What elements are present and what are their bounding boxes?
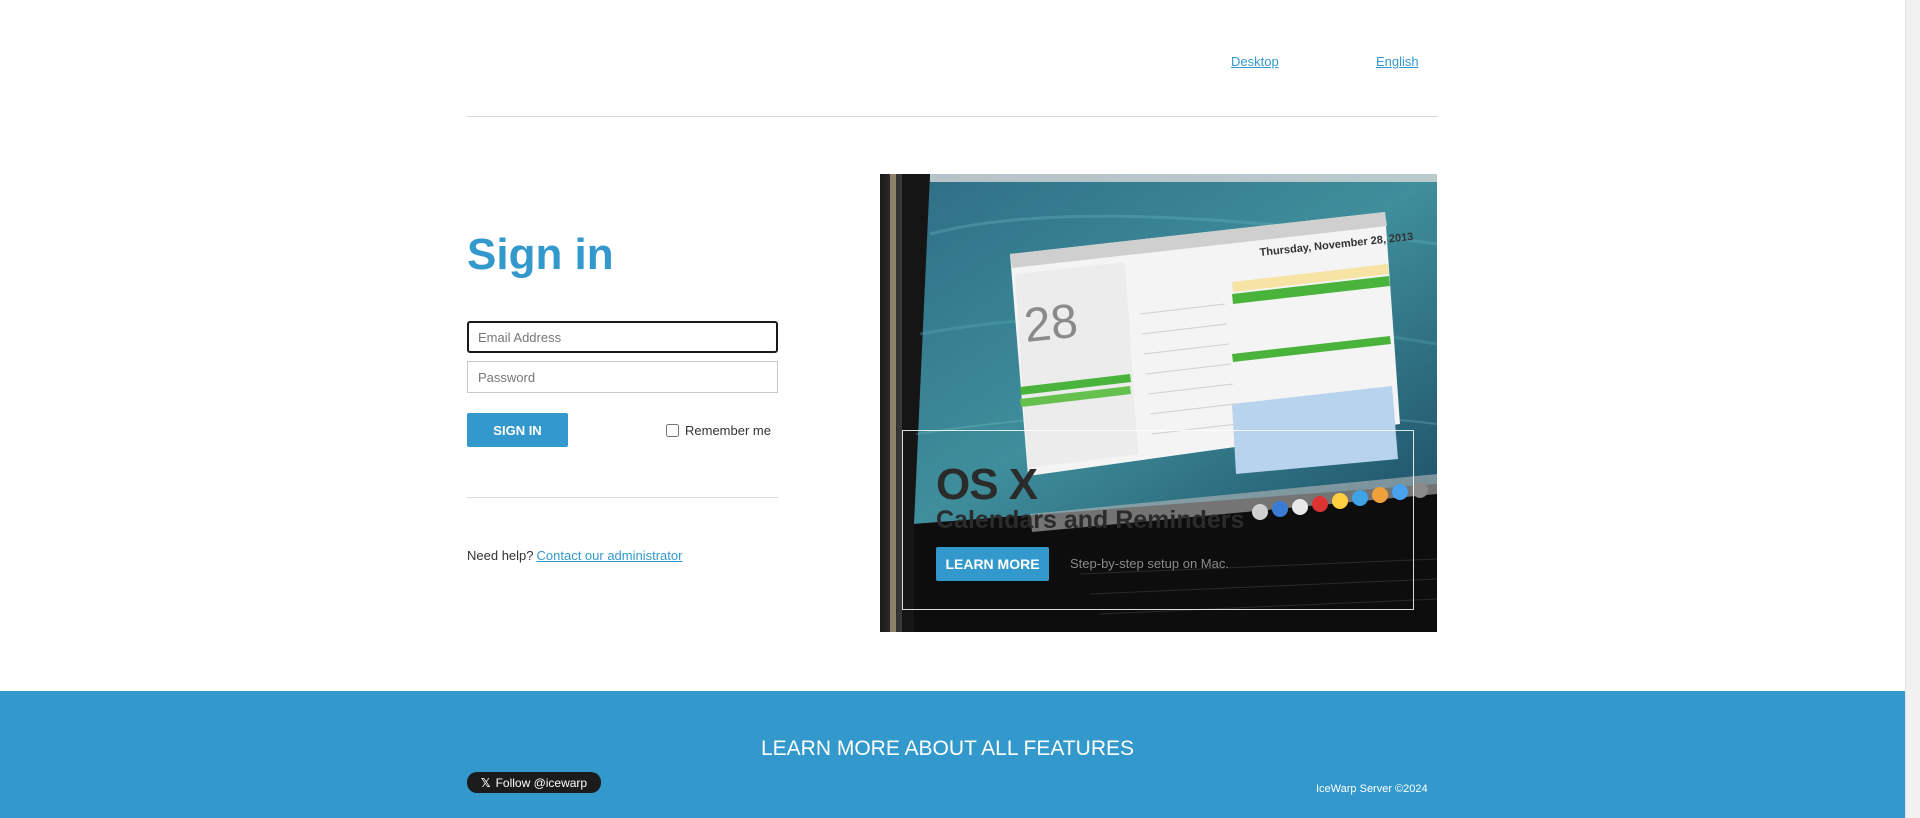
language-link[interactable]: English xyxy=(1376,54,1419,69)
login-page: Desktop English Sign in SIGN IN Remember… xyxy=(0,0,1905,818)
help-label: Need help? xyxy=(467,548,534,563)
signin-button[interactable]: SIGN IN xyxy=(467,413,568,447)
promo-caption: Step-by-step setup on Mac. xyxy=(1070,556,1229,571)
top-navigation: Desktop English xyxy=(467,0,1438,117)
password-input[interactable] xyxy=(467,361,778,393)
copyright-text: IceWarp Server ©2024 xyxy=(1316,783,1428,795)
contact-admin-link[interactable]: Contact our administrator xyxy=(537,548,683,563)
remember-me-checkbox[interactable] xyxy=(666,424,679,437)
email-input[interactable] xyxy=(467,321,778,353)
twitter-follow-button[interactable]: 𝕏 Follow @icewarp xyxy=(467,772,601,793)
help-text: Need help? Contact our administrator xyxy=(467,548,682,563)
remember-me[interactable]: Remember me xyxy=(666,423,771,438)
desktop-link[interactable]: Desktop xyxy=(1231,54,1279,69)
signin-title: Sign in xyxy=(467,230,614,279)
promo-subtitle: Calendars and Reminders xyxy=(936,506,1245,534)
x-icon: 𝕏 xyxy=(480,775,491,790)
twitter-follow-label: Follow @icewarp xyxy=(495,775,588,790)
form-divider xyxy=(467,497,778,498)
promo-banner: 28 Thursday, November 28, 2013 OS X Cale… xyxy=(880,174,1437,632)
vertical-scrollbar[interactable] xyxy=(1905,0,1920,818)
svg-text:28: 28 xyxy=(1022,295,1081,353)
learn-more-features-link[interactable]: LEARN MORE ABOUT ALL FEATURES xyxy=(0,737,1895,761)
promo-title: OS X xyxy=(936,460,1038,509)
footer: LEARN MORE ABOUT ALL FEATURES 𝕏 Follow @… xyxy=(0,691,1905,818)
remember-me-label: Remember me xyxy=(685,423,771,438)
learn-more-button[interactable]: LEARN MORE xyxy=(936,547,1049,581)
